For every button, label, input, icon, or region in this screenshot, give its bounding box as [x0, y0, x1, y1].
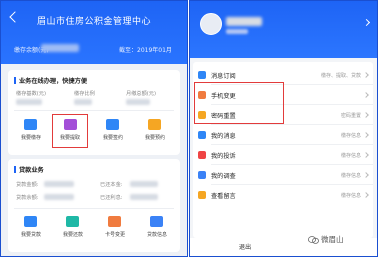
action-card-change[interactable]: 卡号变更 [98, 214, 132, 244]
card-icon [108, 216, 121, 227]
page-title: 眉山市住房公积金管理中心 [36, 17, 151, 27]
settings-row[interactable]: 我的投诉 缴存信息 [193, 145, 373, 165]
action-label: 我要缴存 [20, 135, 41, 141]
row-hint: 缴存信息 [340, 193, 361, 199]
section-bar [14, 166, 16, 173]
action-label: 贷款信息 [146, 232, 167, 238]
field-label: 已还利息: [100, 195, 123, 201]
loan-icon [24, 216, 37, 227]
highlight-box [194, 82, 284, 124]
right-screen: 消息订阅 缴存、提取、贷款 手机变更 密码重置 密码重置 我的消息 缴存信息 我的投诉 缴存信息… [189, 0, 378, 257]
field-value-blurred [130, 181, 158, 187]
avatar[interactable] [200, 13, 222, 35]
field-value-blurred [44, 181, 74, 187]
withdraw-icon [64, 119, 77, 130]
row-hint: 缴存、提取、贷款 [320, 73, 361, 79]
settings-row[interactable]: 我的调查 缴存信息 [193, 165, 373, 185]
chevron-right-icon [363, 172, 369, 178]
field-value-blurred [16, 99, 42, 105]
action-label: 我要还款 [62, 232, 83, 238]
business-section-title: 业务在线办理，快捷方便 [19, 78, 88, 85]
watermark-text: 微眉山 [321, 235, 344, 244]
complaint-icon [198, 151, 206, 159]
info-icon [150, 216, 163, 227]
chevron-right-icon [363, 92, 369, 98]
settings-row[interactable]: 我的消息 缴存信息 [193, 125, 373, 145]
user-name-blurred [226, 17, 262, 26]
message-icon [198, 131, 206, 139]
row-label: 我的消息 [211, 133, 236, 140]
settings-row[interactable]: 查看留言 缴存信息 [193, 185, 373, 205]
divider [14, 110, 174, 111]
chevron-right-icon [363, 192, 369, 198]
row-label: 消息订阅 [211, 73, 236, 80]
left-header [1, 1, 187, 64]
chevron-right-icon [363, 112, 369, 118]
chevron-right-icon [363, 72, 369, 78]
action-loan-info[interactable]: 贷款信息 [140, 214, 174, 244]
field-value-blurred [130, 194, 158, 200]
chevron-right-icon [363, 152, 369, 158]
divider [14, 208, 174, 209]
row-label: 我的投诉 [211, 153, 236, 160]
wechat-icon [308, 236, 319, 244]
user-sub-blurred [226, 29, 248, 34]
action-label: 我要签约 [102, 135, 123, 141]
handshake-icon [106, 119, 119, 130]
bell-icon [198, 71, 206, 79]
action-label: 我要贷款 [20, 232, 41, 238]
calendar-icon [148, 119, 161, 130]
row-label: 我的调查 [211, 173, 236, 180]
action-appointment[interactable]: 我要预约 [138, 117, 172, 147]
field-label: 缴存基数(元) [16, 91, 46, 97]
row-hint: 缴存信息 [340, 173, 361, 179]
business-card: 业务在线办理，快捷方便 缴存基数(元) 缴存比例 月缴总额(元) 我要缴存 我要… [8, 70, 180, 155]
field-value-blurred [126, 99, 150, 105]
action-label: 卡号变更 [104, 232, 125, 238]
action-label: 我要提取 [59, 135, 80, 141]
date-text: 截至：2019年01月 [119, 47, 172, 54]
field-value-blurred [74, 99, 92, 105]
row-label: 查看留言 [211, 193, 236, 200]
row-hint: 缴存信息 [340, 153, 361, 159]
left-screen: 眉山市住房公积金管理中心 缴存余额(元) 截至：2019年01月 业务在线办理，… [0, 0, 188, 257]
repay-icon [66, 216, 79, 227]
action-loan[interactable]: 我要贷款 [14, 214, 48, 244]
chevron-right-icon [363, 132, 369, 138]
section-bar [14, 77, 16, 84]
field-label: 缴存比例 [74, 91, 95, 97]
note-icon [198, 191, 206, 199]
action-repay[interactable]: 我要还款 [56, 214, 90, 244]
field-label: 月缴总额(元) [126, 91, 156, 97]
survey-icon [198, 171, 206, 179]
action-sign[interactable]: 我要签约 [96, 117, 130, 147]
field-label: 贷款金额: [16, 182, 39, 188]
deposit-icon [24, 119, 37, 130]
loan-card: 贷款业务 贷款金额: 已还本金: 贷款余额: 已还利息: 我要贷款 我要还款 卡… [8, 159, 180, 252]
loan-section-title: 贷款业务 [19, 167, 44, 174]
row-hint: 缴存信息 [340, 133, 361, 139]
field-label: 已还本金: [100, 182, 123, 188]
field-value-blurred [44, 194, 74, 200]
balance-value-blurred [41, 44, 79, 52]
action-label: 我要预约 [144, 135, 165, 141]
action-deposit[interactable]: 我要缴存 [14, 117, 48, 147]
field-label: 贷款余额: [16, 195, 39, 201]
row-hint: 密码重置 [340, 113, 361, 119]
action-withdraw[interactable]: 我要提取 [52, 114, 88, 148]
logout-button[interactable]: 退出 [190, 242, 300, 251]
